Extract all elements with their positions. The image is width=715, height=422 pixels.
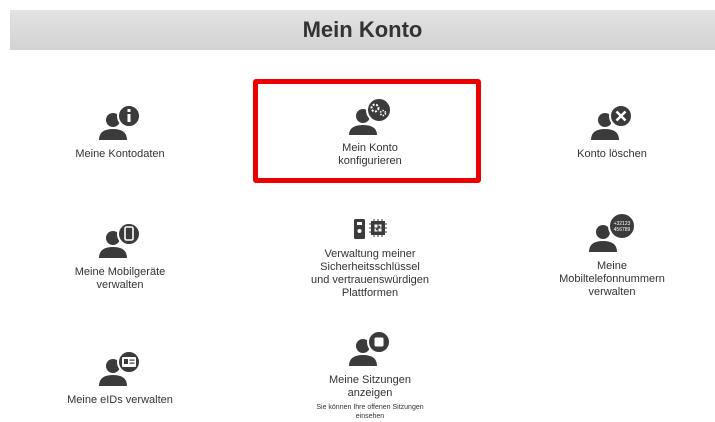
- icon-number-line-2: 456789: [614, 227, 631, 233]
- page-header: Mein Konto: [10, 10, 715, 50]
- tile-sicherheitsschluessel[interactable]: Verwaltung meiner Sicherheitsschlüssel u…: [290, 216, 450, 300]
- user-session-icon: [349, 330, 391, 366]
- highlight-frame: [253, 79, 481, 183]
- security-key-chip-icon: [354, 219, 387, 239]
- tile-label: Konto löschen: [577, 148, 647, 160]
- tile-label: Meine eIDs verwalten: [67, 394, 173, 406]
- tile-mobiltelefonnummern[interactable]: +32123 456789 Meine Mobiltelefonnummern …: [542, 212, 682, 299]
- tile-label: Meine Sitzungen anzeigen: [329, 374, 411, 399]
- user-phone-number-icon: +32123 456789: [589, 212, 636, 252]
- user-mobile-icon: [99, 222, 141, 258]
- tile-sublabel: Sie können Ihre offenen Sitzungen einseh…: [316, 404, 424, 420]
- tile-label: Meine Mobiltelefonnummern verwalten: [559, 260, 665, 298]
- user-delete-icon: [591, 104, 633, 140]
- user-info-icon: [99, 104, 141, 140]
- tile-meine-kontodaten[interactable]: Meine Kontodaten: [60, 104, 180, 161]
- tile-label: Meine Kontodaten: [75, 148, 165, 160]
- user-id-card-icon: [99, 350, 141, 386]
- tile-label: Meine Mobilgeräte verwalten: [74, 266, 166, 291]
- page-title: Mein Konto: [302, 17, 423, 42]
- tile-meine-sitzungen[interactable]: Meine Sitzungen anzeigen Sie können Ihre…: [290, 330, 450, 421]
- tile-label: Verwaltung meiner Sicherheitsschlüssel u…: [310, 248, 430, 299]
- tile-meine-mobilgeraete[interactable]: Meine Mobilgeräte verwalten: [60, 222, 180, 292]
- tile-meine-eids[interactable]: Meine eIDs verwalten: [55, 350, 185, 407]
- tile-konto-loeschen[interactable]: Konto löschen: [552, 104, 672, 161]
